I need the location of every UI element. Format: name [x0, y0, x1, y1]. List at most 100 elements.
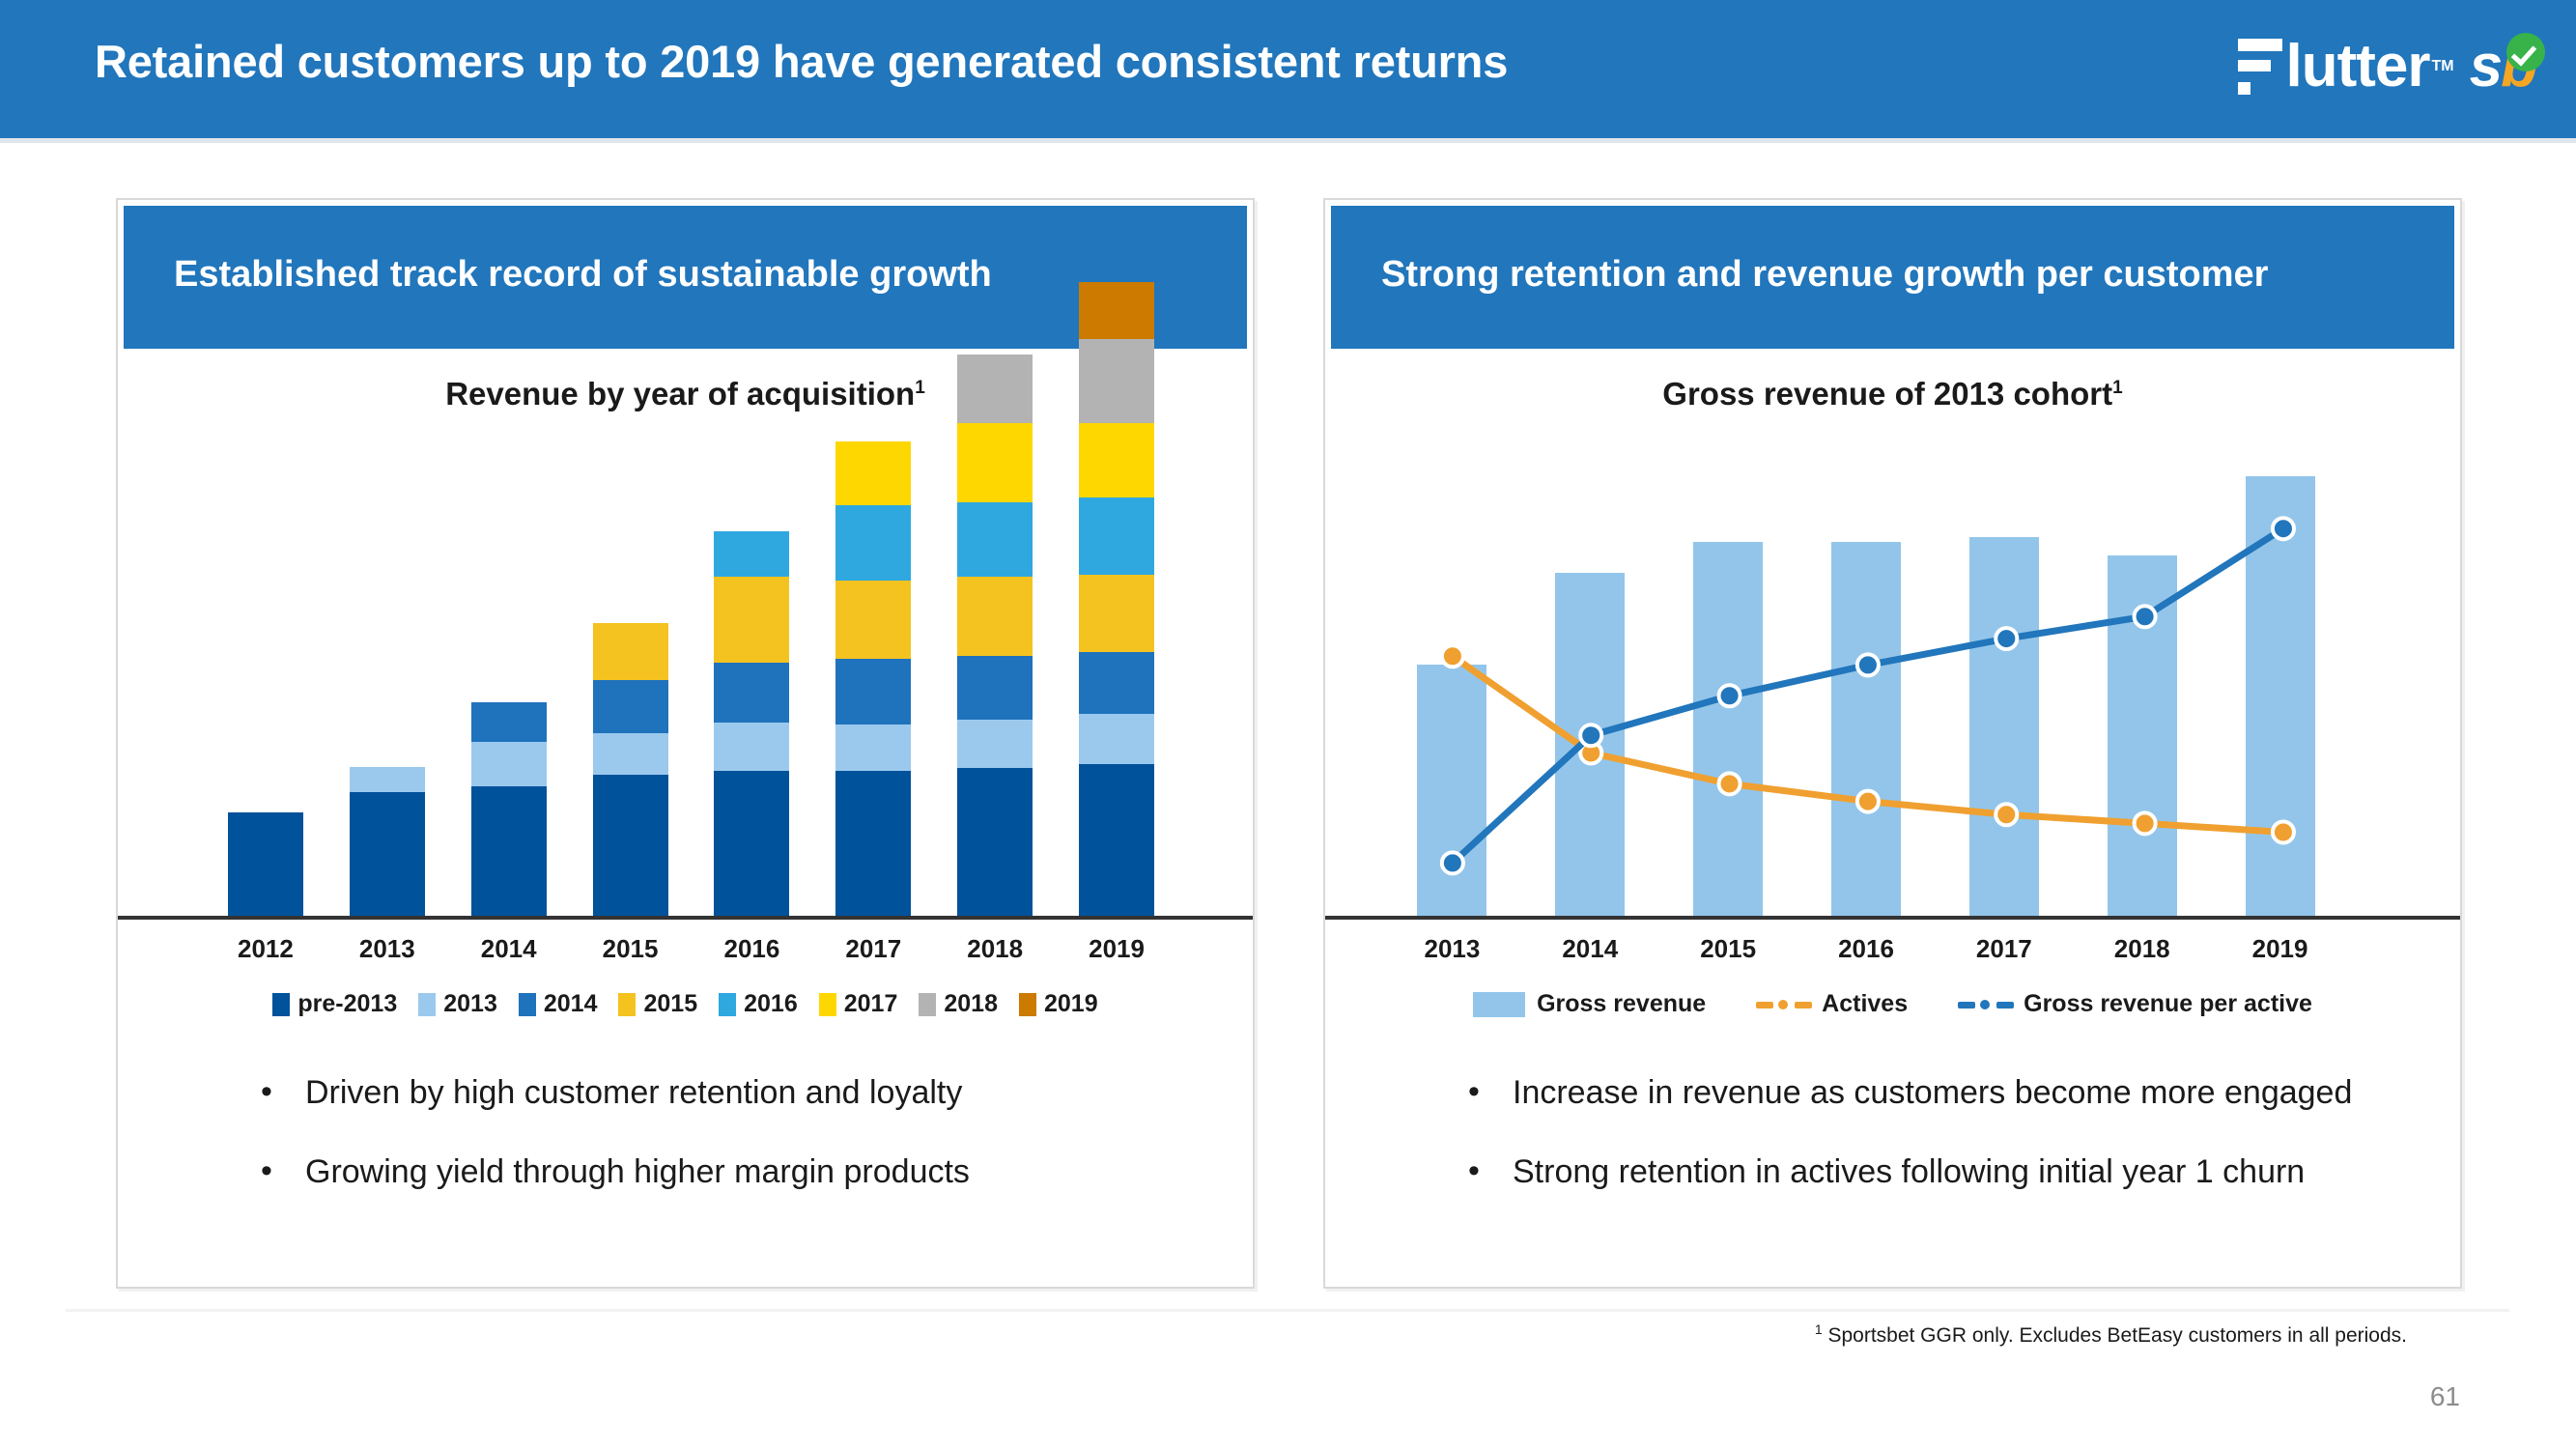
- flutter-f-mark-icon: [2237, 39, 2282, 95]
- x-tick-label: 2015: [602, 934, 659, 963]
- data-point-marker: [1996, 804, 2017, 825]
- legend-item: 2013: [418, 990, 497, 1018]
- bar-column: [227, 811, 303, 916]
- bullet-glyph: •: [261, 1073, 272, 1110]
- legend-label: pre-2013: [297, 990, 398, 1017]
- right-chart-title-footnote-marker: 1: [2112, 378, 2123, 398]
- bar-segment: [957, 501, 1033, 578]
- bar-segment: [349, 767, 425, 793]
- right-chart-line-overlay: [1325, 432, 2460, 916]
- legend-swatch: [1473, 991, 1526, 1017]
- left-chart-legend: pre-2013 2013 2014 2015 2016 2017 2018 2019: [118, 990, 1253, 1018]
- legend-swatch: [818, 992, 836, 1016]
- left-panel-bullets: • Driven by high customer retention and …: [261, 1074, 1227, 1233]
- footer-divider: [66, 1309, 2509, 1312]
- bar-segment: [349, 792, 425, 916]
- trademark-mark: TM: [2431, 58, 2454, 74]
- x-tick-label: 2013: [358, 934, 415, 963]
- bar-segment: [835, 580, 912, 660]
- bar-segment: [1079, 651, 1155, 714]
- legend-item: Gross revenue per active: [1958, 990, 2312, 1018]
- bar-segment: [592, 622, 668, 680]
- bullet-text: Increase in revenue as customers become …: [1513, 1074, 2353, 1111]
- data-point-marker: [1580, 724, 1601, 746]
- bar-segment: [227, 811, 303, 916]
- bar-segment: [714, 663, 790, 723]
- legend-label: 2015: [643, 990, 698, 1017]
- bar-segment: [835, 724, 912, 771]
- legend-label: 2016: [744, 990, 798, 1017]
- page-number: 61: [2429, 1381, 2460, 1411]
- legend-item: Actives: [1756, 990, 1908, 1018]
- legend-item: 2018: [919, 990, 998, 1018]
- legend-line-marker: [1756, 996, 1813, 1013]
- bar-segment: [470, 702, 547, 743]
- check-circle-icon: [2506, 33, 2545, 71]
- bar-segment: [835, 770, 912, 916]
- right-panel: Strong retention and revenue growth per …: [1323, 198, 2462, 1289]
- bar-segment: [470, 742, 547, 786]
- left-chart-bars: [118, 282, 1253, 916]
- legend-label: 2017: [843, 990, 898, 1017]
- x-tick-label: 2019: [2251, 934, 2308, 963]
- x-tick-label: 2014: [1562, 934, 1619, 963]
- data-point-marker: [2273, 518, 2294, 539]
- legend-swatch: [618, 992, 637, 1016]
- right-chart-legend: Gross revenue Actives Gross revenue per ac…: [1325, 990, 2460, 1018]
- data-point-marker: [2273, 821, 2294, 842]
- bullet-glyph: •: [261, 1152, 272, 1189]
- legend-item: pre-2013: [272, 990, 397, 1018]
- bar-segment: [1079, 282, 1155, 340]
- list-item: • Growing yield through higher margin pr…: [261, 1153, 1227, 1190]
- right-chart-x-tick-labels: 2013 2014 2015 2016 2017 2018 2019: [1325, 934, 2460, 973]
- left-chart-plot: [118, 282, 1253, 920]
- bar-segment: [714, 722, 790, 771]
- x-tick-label: 2016: [723, 934, 780, 963]
- bar-segment: [957, 355, 1033, 423]
- data-point-marker: [1719, 685, 1741, 706]
- list-item: • Increase in revenue as customers becom…: [1468, 1074, 2434, 1111]
- data-point-marker: [2135, 606, 2156, 627]
- legend-label: Gross revenue: [1537, 990, 1707, 1017]
- footnote: 1 Sportsbet GGR only. Excludes BetEasy c…: [1815, 1321, 2407, 1348]
- logo-sb-mark: sb: [2470, 33, 2545, 97]
- right-panel-header: Strong retention and revenue growth per …: [1331, 206, 2454, 349]
- right-panel-heading: Strong retention and revenue growth per …: [1381, 254, 2269, 295]
- x-tick-label: 2017: [1975, 934, 2032, 963]
- legend-item: 2017: [818, 990, 898, 1018]
- bar-segment: [957, 768, 1033, 916]
- flutter-sb-logo: lutter TM sb: [2237, 29, 2545, 104]
- bullet-text: Growing yield through higher margin prod…: [305, 1153, 970, 1190]
- left-chart-title-footnote-marker: 1: [915, 378, 925, 398]
- x-tick-label: 2018: [2113, 934, 2170, 963]
- logo-wordmark: lutter: [2285, 33, 2431, 99]
- bar-segment: [1079, 713, 1155, 764]
- bullet-glyph: •: [1468, 1152, 1480, 1189]
- data-point-marker: [1442, 852, 1463, 873]
- logo-s-letter: s: [2469, 33, 2504, 99]
- page-title: Retained customers up to 2019 have gener…: [95, 36, 1509, 87]
- legend-item: 2016: [719, 990, 798, 1018]
- footnote-text: Sportsbet GGR only. Excludes BetEasy cus…: [1822, 1324, 2407, 1347]
- data-point-marker: [1857, 791, 1879, 812]
- right-panel-bullets: • Increase in revenue as customers becom…: [1468, 1074, 2434, 1233]
- legend-label: Gross revenue per active: [2024, 990, 2312, 1017]
- x-tick-label: 2014: [480, 934, 537, 963]
- left-panel: Established track record of sustainable …: [116, 198, 1255, 1289]
- bar-segment: [835, 659, 912, 724]
- x-tick-label: 2017: [845, 934, 902, 963]
- legend-item: 2014: [518, 990, 597, 1018]
- bar-column: [835, 441, 912, 916]
- legend-item: 2019: [1018, 990, 1098, 1018]
- legend-item: 2015: [618, 990, 697, 1018]
- left-chart-x-axis: [118, 916, 1253, 920]
- bar-column: [1079, 282, 1155, 916]
- bar-segment: [592, 679, 668, 733]
- list-item: • Driven by high customer retention and …: [261, 1074, 1227, 1111]
- bar-segment: [1079, 339, 1155, 423]
- bar-segment: [592, 732, 668, 776]
- bar-column: [592, 622, 668, 916]
- bar-segment: [714, 770, 790, 916]
- bar-segment: [1079, 575, 1155, 652]
- bullet-glyph: •: [1468, 1073, 1480, 1110]
